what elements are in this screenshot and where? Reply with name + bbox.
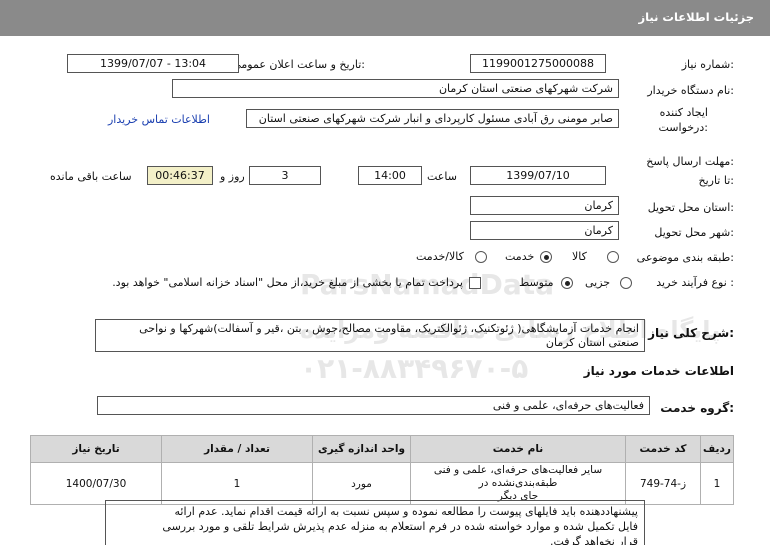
category-option-service: خدمت	[505, 250, 535, 263]
days-field[interactable]: 3	[249, 166, 321, 185]
cell-index: 1	[700, 462, 734, 505]
process-option-medium: متوسط	[519, 276, 554, 289]
city-field[interactable]: کرمان	[470, 221, 619, 240]
summary-line-2: صنعتی استان کرمان	[545, 336, 639, 349]
notes-line-3: قرار نخواهد گرفت.	[549, 535, 638, 545]
buyer-contact-link[interactable]: اطلاعات تماس خریدار	[108, 113, 210, 126]
notes-box: پیشنهاددهنده باید فایلهای پیوست را مطالع…	[105, 500, 645, 545]
column-header-index: ردیف	[700, 435, 734, 463]
province-label: استان محل تحویل:	[647, 201, 734, 214]
buyer-field[interactable]: شرکت شهرکهای صنعتی استان کرمان	[172, 79, 619, 98]
creator-label: ایجاد کننده	[659, 106, 708, 119]
process-radio-minor[interactable]	[620, 277, 632, 289]
need-number-field[interactable]: 1199001275000088	[470, 54, 606, 73]
creator-field[interactable]: صابر مومنی رق آبادی مسئول کارپردای و انب…	[246, 109, 619, 128]
deadline-time-field[interactable]: 14:00	[358, 166, 422, 185]
service-group-label: گروه خدمت:	[660, 401, 734, 415]
summary-line-1: انجام خدمات آزمایشگاهی( ژئوتکنیک، ژئوالک…	[139, 322, 639, 335]
process-radio-medium[interactable]	[561, 277, 573, 289]
process-label: نوع فرآیند خرید :	[656, 276, 734, 289]
notes-line-1: پیشنهاددهنده باید فایلهای پیوست را مطالع…	[174, 505, 638, 518]
cell-unit: مورد	[312, 462, 411, 505]
cell-name: سایر فعالیت‌های حرفه‌ای، علمی و فنی طبقه…	[410, 462, 626, 505]
table-row: 1 ز-74-749 سایر فعالیت‌های حرفه‌ای، علمی…	[30, 462, 734, 505]
province-field[interactable]: کرمان	[470, 196, 619, 215]
notes-line-2: فایل تکمیل شده و موارد خواسته شده در فرم…	[162, 520, 638, 533]
announce-date-field[interactable]: 1399/07/07 - 13:04	[67, 54, 239, 73]
deadline-date-field[interactable]: 1399/07/10	[470, 166, 606, 185]
remaining-time-label: ساعت باقی مانده	[50, 170, 132, 183]
days-label: روز و	[220, 170, 245, 183]
deadline-label: مهلت ارسال پاسخ:	[646, 155, 734, 168]
remaining-time-field: 00:46:37	[147, 166, 213, 185]
deadline-label-2: تا تاریخ:	[698, 174, 734, 187]
announce-date-label: تاریخ و ساعت اعلان عمومی:	[232, 58, 365, 71]
column-header-name: نام خدمت	[410, 435, 626, 463]
cell-qty: 1	[161, 462, 313, 505]
category-option-goods-service: کالا/خدمت	[416, 250, 464, 263]
cell-code: ز-74-749	[625, 462, 701, 505]
column-header-date: تاریخ نیاز	[30, 435, 162, 463]
category-radio-goods-service[interactable]	[475, 251, 487, 263]
buyer-label: نام دستگاه خریدار:	[647, 84, 734, 97]
category-radio-goods[interactable]	[607, 251, 619, 263]
cell-date: 1400/07/30	[30, 462, 162, 505]
treasury-payment-note: پرداخت تمام یا بخشی از مبلغ خرید،از محل …	[112, 276, 463, 289]
category-radio-service[interactable]	[540, 251, 552, 263]
services-section-title: اطلاعات خدمات مورد نیاز	[583, 364, 734, 378]
category-label: طبقه بندی موضوعی:	[636, 251, 734, 264]
services-table: ردیف کد خدمت نام خدمت واحد اندازه گیری ت…	[30, 435, 734, 505]
watermark-phone: ۰۲۱-۸۸۳۴۹۶۷۰-۵	[300, 352, 529, 385]
process-option-minor: جزیی	[585, 276, 611, 289]
page-title: جزئیات اطلاعات نیاز	[638, 10, 754, 24]
creator-label-2: درخواست:	[658, 121, 709, 134]
category-option-goods: کالا	[572, 250, 587, 263]
need-number-label: شماره نیاز:	[681, 58, 734, 71]
summary-label: شرح کلی نیاز:	[648, 326, 734, 340]
summary-field[interactable]: انجام خدمات آزمایشگاهی( ژئوتکنیک، ژئوالک…	[95, 319, 645, 352]
column-header-unit: واحد اندازه گیری	[312, 435, 411, 463]
city-label: شهر محل تحویل:	[654, 226, 734, 239]
service-group-field[interactable]: فعالیت‌های حرفه‌ای، علمی و فنی	[97, 396, 650, 415]
column-header-qty: تعداد / مقدار	[161, 435, 313, 463]
cell-name-line-1: سایر فعالیت‌های حرفه‌ای، علمی و فنی طبقه…	[433, 464, 603, 489]
deadline-time-label: ساعت	[427, 170, 457, 183]
treasury-payment-checkbox[interactable]	[469, 277, 481, 289]
column-header-code: کد خدمت	[625, 435, 701, 463]
